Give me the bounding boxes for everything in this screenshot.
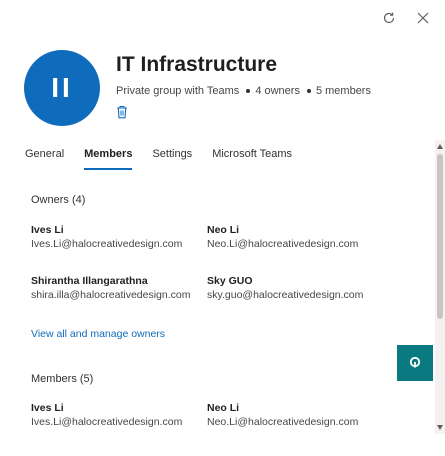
- group-meta: Private group with Teams 4 owners 5 memb…: [116, 85, 371, 97]
- chat-assistant-icon: [409, 356, 421, 368]
- owner-card[interactable]: Shirantha Illangarathna shira.illa@haloc…: [31, 274, 190, 303]
- person-email: Ives.Li@halocreativedesign.com: [31, 238, 183, 250]
- person-name: Sky GUO: [207, 275, 253, 287]
- chat-assistant-button[interactable]: [397, 345, 433, 381]
- trash-icon[interactable]: [116, 105, 130, 119]
- owner-card[interactable]: Sky GUO sky.guo@halocreativedesign.com: [207, 274, 363, 303]
- owners-heading: Owners (4): [31, 194, 86, 206]
- scroll-up-arrow-icon[interactable]: [437, 144, 443, 149]
- manage-owners-link[interactable]: View all and manage owners: [31, 328, 165, 340]
- person-name: Ives Li: [31, 224, 64, 236]
- group-title: IT Infrastructure: [116, 53, 278, 76]
- owners-count: 4 owners: [255, 85, 300, 97]
- scroll-down-arrow-icon[interactable]: [437, 425, 443, 430]
- group-header: II IT Infrastructure Private group with …: [24, 50, 371, 126]
- group-info: IT Infrastructure Private group with Tea…: [116, 52, 371, 126]
- group-details-panel: II IT Infrastructure Private group with …: [0, 0, 445, 456]
- members-count: 5 members: [315, 85, 371, 97]
- person-name: Ives Li: [31, 402, 64, 414]
- group-avatar: II: [24, 50, 100, 126]
- person-email: Ives.Li@halocreativedesign.com: [31, 416, 183, 428]
- person-name: Neo Li: [207, 224, 240, 236]
- panel-actions: [381, 10, 431, 26]
- person-email: shira.illa@halocreativedesign.com: [31, 289, 191, 301]
- owner-card[interactable]: Neo Li Neo.Li@halocreativedesign.com: [207, 223, 358, 252]
- tab-microsoft-teams[interactable]: Microsoft Teams: [212, 148, 292, 170]
- vertical-scrollbar[interactable]: [435, 140, 445, 434]
- separator-dot: [306, 89, 311, 93]
- person-email: Neo.Li@halocreativedesign.com: [207, 238, 359, 250]
- person-email: Neo.Li@halocreativedesign.com: [207, 416, 359, 428]
- refresh-icon[interactable]: [381, 10, 397, 26]
- tab-settings[interactable]: Settings: [152, 148, 192, 170]
- scrollbar-thumb[interactable]: [437, 154, 443, 319]
- tab-general[interactable]: General: [25, 148, 64, 170]
- close-icon[interactable]: [415, 10, 431, 26]
- member-card[interactable]: Ives Li Ives.Li@halocreativedesign.com: [31, 401, 182, 430]
- owner-card[interactable]: Ives Li Ives.Li@halocreativedesign.com: [31, 223, 182, 252]
- members-content: Owners (4) Ives Li Ives.Li@halocreatived…: [0, 175, 432, 456]
- group-privacy: Private group with Teams: [116, 85, 240, 97]
- tab-bar: General Members Settings Microsoft Teams: [25, 148, 292, 170]
- tab-members[interactable]: Members: [84, 148, 133, 170]
- person-email: sky.guo@halocreativedesign.com: [207, 289, 364, 301]
- members-heading: Members (5): [31, 373, 94, 385]
- person-name: Neo Li: [207, 402, 240, 414]
- member-card[interactable]: Neo Li Neo.Li@halocreativedesign.com: [207, 401, 358, 430]
- separator-dot: [246, 89, 251, 93]
- person-name: Shirantha Illangarathna: [31, 275, 148, 287]
